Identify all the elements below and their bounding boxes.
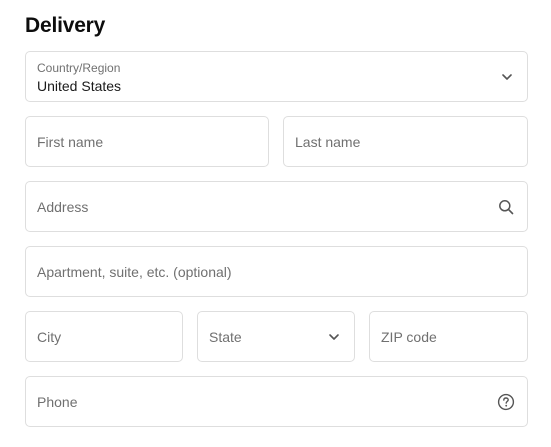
country-region-select[interactable]: Country/Region United States — [25, 51, 528, 102]
country-region-value: United States — [37, 78, 122, 94]
last-name-field[interactable]: Last name — [283, 116, 528, 167]
first-name-field[interactable]: First name — [25, 116, 269, 167]
address-field[interactable]: Address — [25, 181, 528, 232]
last-name-placeholder: Last name — [295, 133, 361, 150]
zip-code-field[interactable]: ZIP code — [369, 311, 528, 362]
search-icon[interactable] — [498, 199, 514, 215]
city-field[interactable]: City — [25, 311, 183, 362]
apartment-placeholder: Apartment, suite, etc. (optional) — [37, 263, 232, 280]
state-select[interactable]: State — [197, 311, 355, 362]
first-name-placeholder: First name — [37, 133, 104, 150]
address-placeholder: Address — [37, 198, 89, 215]
chevron-down-icon — [328, 333, 340, 341]
phone-field[interactable]: Phone — [25, 376, 528, 427]
help-circle-icon[interactable] — [497, 393, 515, 411]
state-placeholder: State — [209, 328, 242, 345]
section-title: Delivery — [25, 14, 106, 37]
country-region-label: Country/Region — [37, 61, 121, 75]
zip-code-placeholder: ZIP code — [381, 328, 437, 345]
apartment-field[interactable]: Apartment, suite, etc. (optional) — [25, 246, 528, 297]
phone-placeholder: Phone — [37, 393, 78, 410]
chevron-down-icon — [501, 73, 513, 81]
city-placeholder: City — [37, 328, 62, 345]
